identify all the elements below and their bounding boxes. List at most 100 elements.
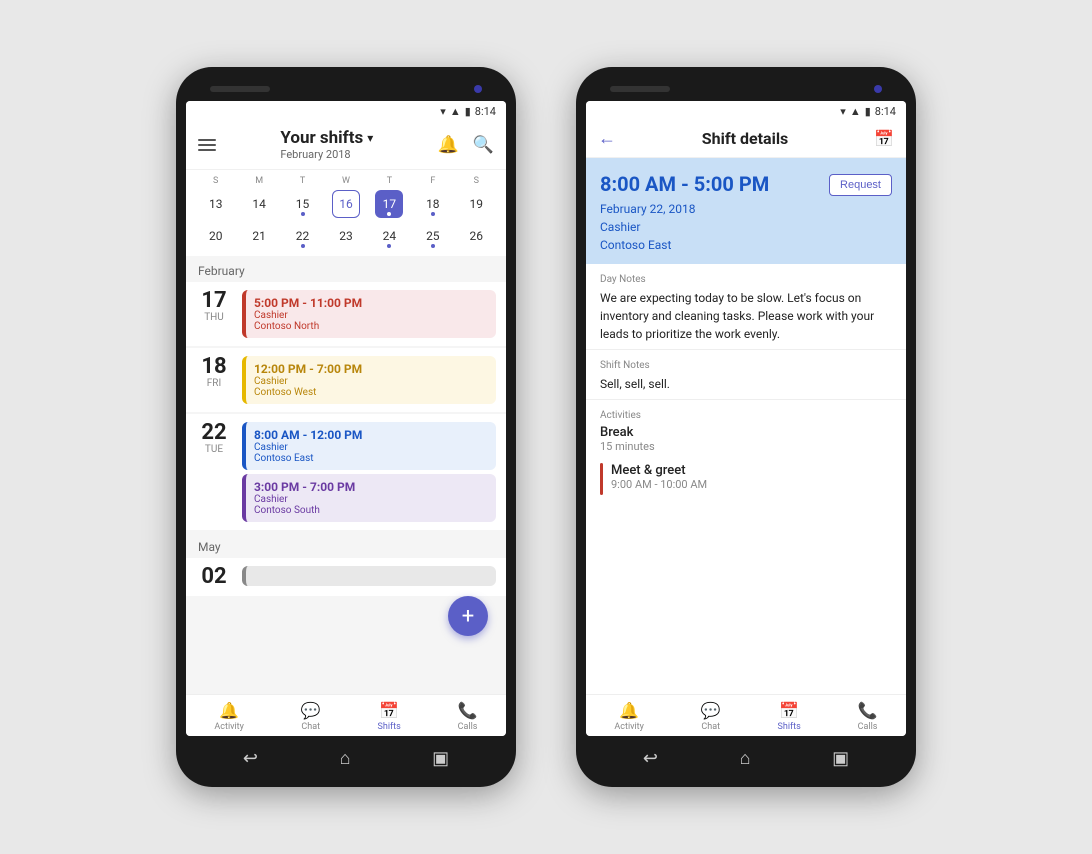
cal-day-18[interactable]: 18 [419, 190, 447, 218]
phone-bottom-bar-2: ↩ ⌂ ▣ [586, 736, 906, 769]
phone-camera-2 [874, 85, 882, 93]
chevron-down-icon[interactable]: ▾ [367, 131, 373, 145]
nav-shifts[interactable]: 📅 Shifts [378, 701, 401, 732]
back-button[interactable]: ← [598, 128, 616, 149]
shift-role-18: Cashier [254, 376, 488, 387]
week-days-header: S M T W T F S [194, 176, 498, 186]
shift-row-18[interactable]: 18 FRI 12:00 PM - 7:00 PM Cashier Contos… [186, 348, 506, 412]
menu-icon[interactable] [198, 139, 216, 151]
phone-speaker-1 [210, 86, 270, 92]
cal-day-20[interactable]: 20 [202, 222, 230, 250]
cal-day-17[interactable]: 17 [375, 190, 403, 218]
cal-day-24[interactable]: 24 [375, 222, 403, 250]
signal-icon-2: ▲ [850, 105, 861, 118]
cal-day-15[interactable]: 15 [289, 190, 317, 218]
day-label-s1: S [202, 176, 230, 186]
activity-label: Activity [214, 722, 243, 732]
shift-location-22b: Contoso South [254, 505, 488, 516]
hero-role: Cashier [600, 218, 892, 236]
request-button[interactable]: Request [829, 174, 892, 196]
shift-row-22[interactable]: 22 TUE 8:00 AM - 12:00 PM Cashier Contos… [186, 414, 506, 530]
shift-time-22a: 8:00 AM - 12:00 PM [254, 428, 488, 442]
phone-top-bar-2 [586, 85, 906, 101]
app-header-1: Your shifts ▾ February 2018 🔔 🔍 [186, 120, 506, 170]
home-hw-btn-2[interactable]: ⌂ [740, 748, 751, 769]
back-hw-btn-2[interactable]: ↩ [643, 748, 658, 769]
break-sub: 15 minutes [600, 440, 892, 453]
cal-day-16[interactable]: 16 [332, 190, 360, 218]
back-hw-btn-1[interactable]: ↩ [243, 748, 258, 769]
day-label-t2: T [375, 176, 403, 186]
nav-activity[interactable]: 🔔 Activity [214, 701, 243, 732]
phone-bottom-bar-1: ↩ ⌂ ▣ [186, 736, 506, 769]
meet-sub: 9:00 AM - 10:00 AM [611, 478, 707, 491]
shift-date-may: 02 [196, 566, 232, 588]
chat-icon: 💬 [301, 701, 321, 720]
wifi-icon: ▾ [440, 105, 446, 118]
cal-day-22[interactable]: 22 [289, 222, 317, 250]
home-hw-btn-1[interactable]: ⌂ [340, 748, 351, 769]
cal-day-26[interactable]: 26 [462, 222, 490, 250]
shift-role-17: Cashier [254, 310, 488, 321]
shift-location-22a: Contoso East [254, 453, 488, 464]
calendar-strip: S M T W T F S 13 14 15 16 17 18 19 20 [186, 170, 506, 256]
phone-speaker-2 [610, 86, 670, 92]
nav-chat[interactable]: 💬 Chat [301, 701, 321, 732]
nav-activity-2[interactable]: 🔔 Activity [614, 701, 643, 732]
shift-card-18[interactable]: 12:00 PM - 7:00 PM Cashier Contoso West [242, 356, 496, 404]
header-main-title-1: Your shifts [280, 128, 363, 148]
header-icons-1: 🔔 🔍 [438, 135, 494, 155]
add-shift-fab[interactable]: + [448, 596, 488, 636]
shift-hero: Request 8:00 AM - 5:00 PM February 22, 2… [586, 158, 906, 264]
cal-day-23[interactable]: 23 [332, 222, 360, 250]
calls-icon: 📞 [458, 701, 478, 720]
detail-scroll[interactable]: Day Notes We are expecting today to be s… [586, 264, 906, 694]
phone-screen-2: ▾ ▲ ▮ 8:14 ← Shift details 📅 Request 8:0… [586, 101, 906, 736]
shift-card-22b[interactable]: 3:00 PM - 7:00 PM Cashier Contoso South [242, 474, 496, 522]
header-subtitle-1: February 2018 [280, 148, 373, 161]
signal-icon: ▲ [450, 105, 461, 118]
phone-2: ▾ ▲ ▮ 8:14 ← Shift details 📅 Request 8:0… [576, 67, 916, 787]
shifts-icon-2: 📅 [779, 701, 799, 720]
shift-notes-text: Sell, sell, sell. [600, 375, 892, 393]
chat-label-2: Chat [701, 722, 720, 732]
shift-row-17[interactable]: 17 THU 5:00 PM - 11:00 PM Cashier Contos… [186, 282, 506, 346]
activities-section: Activities Break 15 minutes Meet & greet… [586, 400, 906, 515]
search-icon[interactable]: 🔍 [473, 135, 494, 155]
cal-day-25[interactable]: 25 [419, 222, 447, 250]
recents-hw-btn-1[interactable]: ▣ [432, 748, 449, 769]
shifts-bell-icon[interactable]: 🔔 [438, 135, 459, 155]
shift-time-17: 5:00 PM - 11:00 PM [254, 296, 488, 310]
shifts-scroll[interactable]: February 17 THU 5:00 PM - 11:00 PM Cashi… [186, 256, 506, 694]
shift-row-may[interactable]: 02 [186, 558, 506, 596]
shift-date-17: 17 THU [196, 290, 232, 338]
cal-day-13[interactable]: 13 [202, 190, 230, 218]
cal-day-21[interactable]: 21 [245, 222, 273, 250]
week-row-2: 20 21 22 23 24 25 26 [194, 222, 498, 250]
activity-label-2: Activity [614, 722, 643, 732]
day-label-m: M [245, 176, 273, 186]
cal-day-14[interactable]: 14 [245, 190, 273, 218]
nav-calls[interactable]: 📞 Calls [458, 701, 478, 732]
shifts-label-2: Shifts [778, 722, 801, 732]
bottom-nav-2: 🔔 Activity 💬 Chat 📅 Shifts 📞 Calls [586, 694, 906, 736]
nav-chat-2[interactable]: 💬 Chat [701, 701, 721, 732]
shifts-icon: 📅 [379, 701, 399, 720]
header-title-1: Your shifts ▾ February 2018 [280, 128, 373, 161]
cal-day-19[interactable]: 19 [462, 190, 490, 218]
phone-camera-1 [474, 85, 482, 93]
shift-card-may[interactable] [242, 566, 496, 586]
nav-shifts-2[interactable]: 📅 Shifts [778, 701, 801, 732]
month-label-may: May [186, 532, 506, 558]
shift-card-17[interactable]: 5:00 PM - 11:00 PM Cashier Contoso North [242, 290, 496, 338]
shift-location-18: Contoso West [254, 387, 488, 398]
detail-shifts-icon[interactable]: 📅 [874, 129, 894, 148]
status-time-2: 8:14 [875, 105, 896, 118]
nav-calls-2[interactable]: 📞 Calls [858, 701, 878, 732]
calls-icon-2: 📞 [858, 701, 878, 720]
recents-hw-btn-2[interactable]: ▣ [832, 748, 849, 769]
activity-meet-greet: Meet & greet 9:00 AM - 10:00 AM [600, 463, 892, 495]
month-label-feb: February [186, 256, 506, 282]
shift-card-22a[interactable]: 8:00 AM - 12:00 PM Cashier Contoso East [242, 422, 496, 470]
detail-header: ← Shift details 📅 [586, 120, 906, 158]
